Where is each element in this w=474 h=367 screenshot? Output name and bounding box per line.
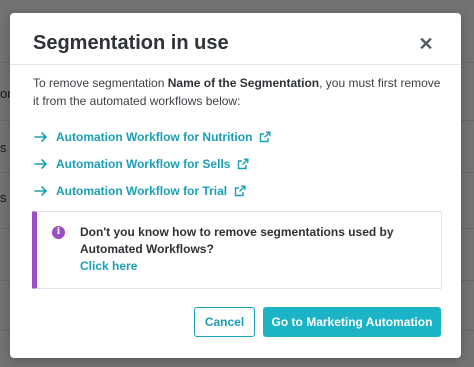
segmentation-name: Name of the Segmentation: [167, 76, 320, 90]
go-to-marketing-automation-button[interactable]: Go to Marketing Automation: [263, 307, 441, 337]
cancel-button[interactable]: Cancel: [194, 307, 255, 337]
arrow-right-icon: [34, 185, 47, 196]
info-callout: i Don't you know how to remove segmentat…: [32, 211, 442, 289]
workflow-label: Automation Workflow for Nutrition: [56, 129, 253, 144]
workflow-label: Automation Workflow for Sells: [56, 156, 231, 171]
external-link-icon: [260, 131, 271, 142]
external-link-icon: [234, 185, 246, 196]
info-icon: i: [52, 226, 65, 239]
intro-text-before: To remove segmentation: [33, 76, 168, 90]
callout-message: Don't you know how to remove segmentatio…: [80, 225, 394, 256]
callout-text: Don't you know how to remove segmentatio…: [80, 224, 430, 275]
workflow-link[interactable]: Automation Workflow for Trial: [34, 177, 271, 204]
arrow-right-icon: [34, 158, 47, 169]
external-link-icon: [238, 158, 249, 169]
workflow-link[interactable]: Automation Workflow for Sells: [34, 150, 271, 177]
workflow-label: Automation Workflow for Trial: [56, 183, 228, 198]
close-icon[interactable]: ✕: [417, 35, 435, 53]
segmentation-in-use-dialog: Segmentation in use ✕ To remove segmenta…: [10, 13, 461, 358]
workflow-list: Automation Workflow for Nutrition Automa…: [34, 123, 271, 204]
arrow-right-icon: [34, 131, 47, 142]
title-divider: [10, 64, 461, 65]
dialog-title: Segmentation in use: [33, 32, 229, 54]
help-link[interactable]: Click here: [80, 258, 430, 275]
dialog-intro: To remove segmentation Name of the Segme…: [33, 74, 443, 110]
workflow-link[interactable]: Automation Workflow for Nutrition: [34, 123, 271, 150]
